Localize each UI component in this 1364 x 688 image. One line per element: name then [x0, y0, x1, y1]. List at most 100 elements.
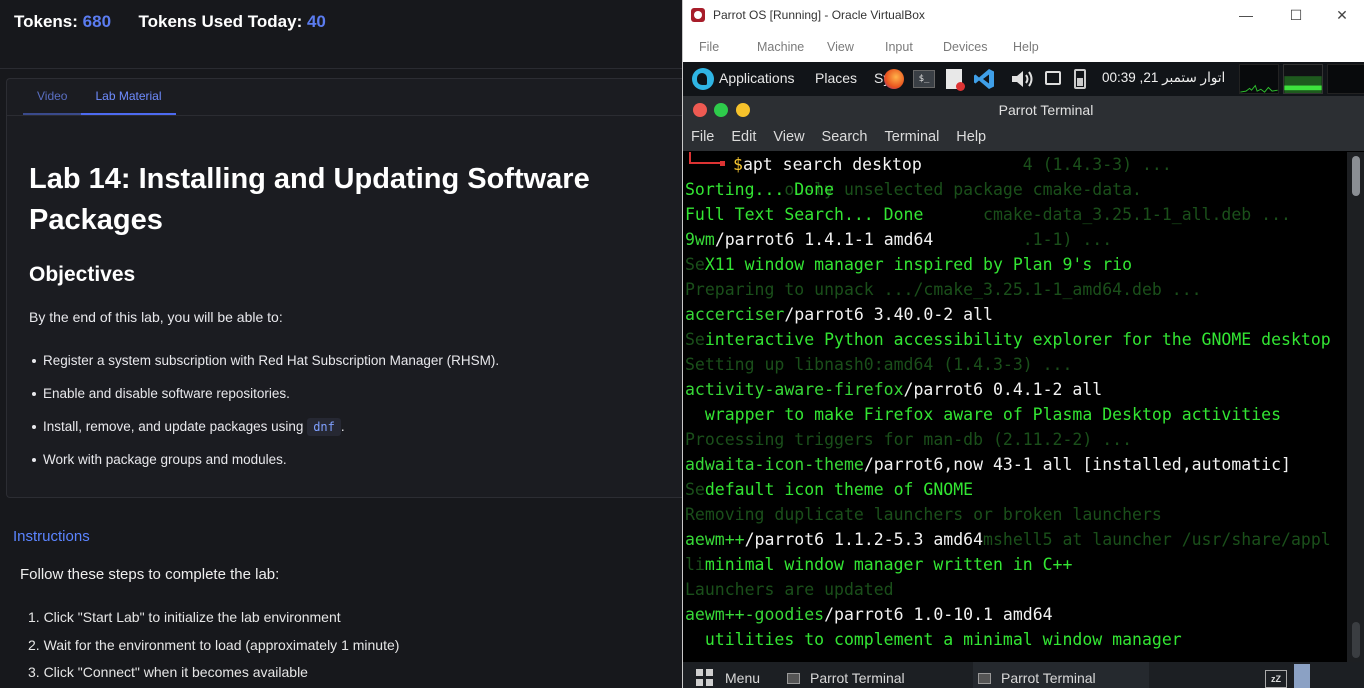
parrot-logo-icon[interactable] — [692, 68, 714, 90]
menu-view[interactable]: View — [811, 32, 869, 62]
terminal-window[interactable]: Parrot Terminal File Edit View Search Te… — [683, 96, 1364, 662]
terminal-line: minimal window manager written in C++ — [685, 552, 1073, 577]
clock[interactable]: اتوار ستمبر 21, 00:39 — [1102, 70, 1225, 86]
terminal-ghost-line: Removing duplicate launchers or broken l… — [685, 505, 1162, 524]
minimize-button[interactable]: — — [1223, 3, 1269, 29]
window-title: Parrot OS [Running] - Oracle VirtualBox — [713, 8, 925, 22]
menu-devices[interactable]: Devices — [927, 32, 997, 62]
package-name: aewm++ — [685, 530, 745, 549]
terminal-ghost-line: Setting up libnash0:amd64 (1.4.3-3) ... — [685, 355, 1073, 374]
network-graph-icon — [1327, 64, 1364, 94]
terminal-ghost-line: Launchers are updated — [685, 580, 894, 599]
step-item: 2. Wait for the environment to load (app… — [28, 636, 400, 653]
terminal-line: default icon theme of GNOME — [685, 477, 973, 502]
package-version: /parrot6 1.4.1-1 amd64 — [714, 230, 934, 249]
terminal-icon — [787, 673, 800, 684]
places-menu[interactable]: Places — [815, 70, 857, 86]
window-titlebar[interactable]: Parrot OS [Running] - Oracle VirtualBox … — [683, 0, 1364, 32]
token-counter: Tokens: 680 Tokens Used Today: 40 — [14, 12, 326, 32]
terminal-command-line: $apt search desktop — [733, 152, 922, 177]
terminal-line: X11 window manager inspired by Plan 9's … — [685, 252, 1132, 277]
applications-menu[interactable]: Applications — [719, 70, 795, 86]
package-version: /parrot6,now 43-1 all [installed,automat… — [863, 455, 1291, 474]
guest-taskbar: Menu Parrot Terminal Parrot Terminal zZ — [683, 662, 1364, 688]
tab-video[interactable]: Video — [23, 79, 82, 115]
list-item: Enable and disable software repositories… — [29, 384, 669, 417]
terminal-icon[interactable]: $_ — [913, 70, 935, 88]
guest-screen[interactable]: Applications Places Sy $_ اتوار ستمبر 21… — [683, 62, 1364, 688]
instructions-steps: 1. Click "Start Lab" to initialize the l… — [28, 608, 399, 688]
terminal-line: adwaita-icon-theme/parrot6,now 43-1 all … — [685, 452, 1291, 477]
terminal-line: wrapper to make Firefox aware of Plasma … — [685, 402, 1281, 427]
instructions-intro: Follow these steps to complete the lab: — [20, 566, 280, 583]
guest-top-panel: Applications Places Sy $_ اتوار ستمبر 21… — [683, 62, 1364, 96]
inline-code: dnf — [307, 418, 341, 436]
terminal-line: interactive Python accessibility explore… — [685, 327, 1331, 352]
terminal-line: Full Text Search... Done — [685, 202, 923, 227]
menu-input[interactable]: Input — [869, 32, 927, 62]
step-item: 3. Click "Connect" when it becomes avail… — [28, 664, 308, 680]
maximize-button[interactable]: ☐ — [1273, 3, 1319, 29]
package-version: /parrot6 3.40.0-2 all — [784, 305, 993, 324]
terminal-command: apt search desktop — [742, 155, 922, 174]
close-button[interactable]: ✕ — [1319, 3, 1364, 29]
menu-file[interactable]: File — [683, 32, 741, 62]
list-item: Work with package groups and modules. — [29, 450, 669, 483]
tokens-value: 680 — [82, 12, 112, 31]
terminal-line: accerciser/parrot6 3.40.0-2 all — [685, 302, 993, 327]
package-version: /parrot6 1.0-10.1 amd64 — [824, 605, 1053, 624]
terminal-icon — [978, 673, 991, 684]
terminal-menubar: File Edit View Search Terminal Help — [683, 124, 1364, 151]
scrollbar-thumb[interactable] — [1352, 156, 1360, 196]
sleep-icon[interactable]: zZ — [1265, 670, 1287, 688]
memory-graph-icon — [1283, 64, 1323, 94]
taskbar-item-terminal-active[interactable]: Parrot Terminal — [1001, 670, 1096, 686]
taskbar-item-terminal[interactable]: Parrot Terminal — [810, 670, 905, 686]
list-item: Install, remove, and update packages usi… — [29, 417, 669, 450]
package-description: default icon theme of GNOME — [685, 480, 974, 499]
menu-machine[interactable]: Machine — [741, 32, 811, 62]
objectives-heading: Objectives — [29, 263, 136, 286]
tab-lab-material[interactable]: Lab Material — [81, 79, 176, 115]
package-description: minimal window manager written in C++ — [685, 555, 1073, 574]
terminal-scrollbar[interactable] — [1347, 152, 1364, 662]
step-item: 1. Click "Start Lab" to initialize the l… — [28, 609, 341, 625]
package-description: X11 window manager inspired by Plan 9's … — [685, 255, 1133, 274]
grid-menu-icon[interactable] — [696, 669, 714, 687]
prompt-symbol: $ — [733, 155, 743, 174]
screenshot-icon[interactable] — [1045, 71, 1061, 85]
terminal-text: Sorting... Done — [685, 180, 835, 199]
document-viewer-icon[interactable] — [946, 69, 965, 91]
objectives-list: Register a system subscription with Red … — [29, 351, 669, 483]
tokens-used-value: 40 — [306, 12, 326, 31]
firefox-icon[interactable] — [884, 69, 904, 89]
divider — [0, 68, 682, 69]
package-version: /parrot6 0.4.1-2 all — [903, 380, 1103, 399]
terminal-menu-edit[interactable]: Edit — [723, 124, 756, 151]
package-description: interactive Python accessibility explore… — [685, 330, 1331, 349]
cpu-graph-icon — [1239, 64, 1279, 94]
package-name: adwaita-icon-theme — [685, 455, 864, 474]
terminal-output[interactable]: 4 (1.4.3-3) ... ...ously unselected pack… — [683, 152, 1347, 662]
lab-panel: Tokens: 680 Tokens Used Today: 40 Video … — [0, 0, 682, 688]
terminal-menu-terminal[interactable]: Terminal — [877, 124, 940, 151]
list-item-text: Install, remove, and update packages usi… — [43, 419, 304, 434]
lab-material-card: Video Lab Material Lab 14: Installing an… — [6, 78, 682, 498]
menu-help[interactable]: Help — [997, 32, 1055, 62]
tokens-used-label: Tokens Used Today: — [138, 12, 303, 31]
terminal-line: Sorting... Done — [685, 177, 834, 202]
terminal-menu-search[interactable]: Search — [814, 124, 868, 151]
volume-icon[interactable] — [1010, 69, 1038, 89]
terminal-menu-view[interactable]: View — [765, 124, 804, 151]
terminal-line: aewm++/parrot6 1.1.2-5.3 amd64 — [685, 527, 983, 552]
terminal-titlebar[interactable]: Parrot Terminal — [683, 96, 1364, 124]
workspace-switcher[interactable] — [1294, 664, 1310, 688]
battery-icon[interactable] — [1074, 69, 1086, 89]
terminal-line: activity-aware-firefox/parrot6 0.4.1-2 a… — [685, 377, 1102, 402]
instructions-heading[interactable]: Instructions — [13, 528, 90, 545]
taskbar-menu-button[interactable]: Menu — [725, 670, 760, 686]
vscode-icon[interactable] — [973, 68, 995, 90]
package-name: accerciser — [685, 305, 785, 324]
terminal-menu-help[interactable]: Help — [948, 124, 986, 151]
terminal-menu-file[interactable]: File — [683, 124, 714, 151]
